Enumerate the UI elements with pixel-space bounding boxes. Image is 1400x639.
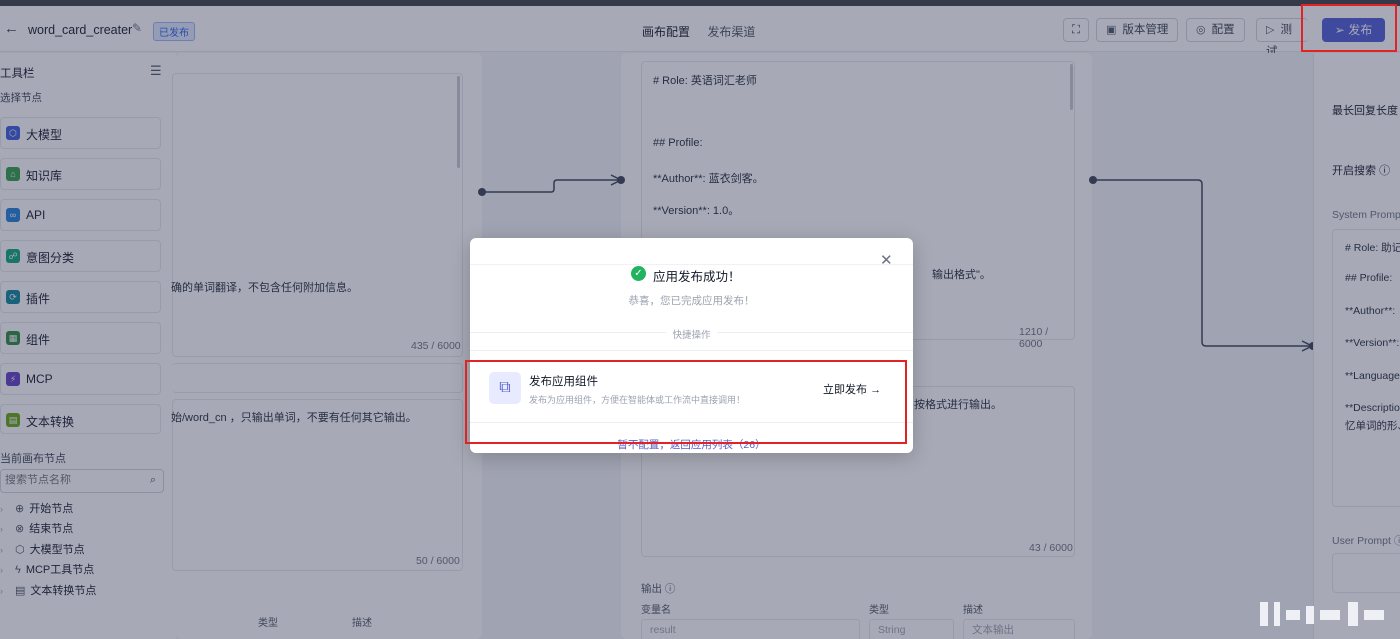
watermark-shape <box>1260 602 1384 626</box>
modal-divider <box>470 264 913 265</box>
highlight-box-publish <box>1301 4 1397 52</box>
success-subtitle: 恭喜，您已完成应用发布！ <box>628 295 755 307</box>
check-circle-icon: ✓ <box>631 266 646 281</box>
success-title: 应用发布成功！ <box>653 270 741 284</box>
close-icon[interactable]: ✕ <box>880 251 893 269</box>
quick-actions-label: 快捷操作 <box>470 327 913 341</box>
quick-actions-text: 快捷操作 <box>666 330 717 341</box>
highlight-box-action <box>465 360 907 444</box>
